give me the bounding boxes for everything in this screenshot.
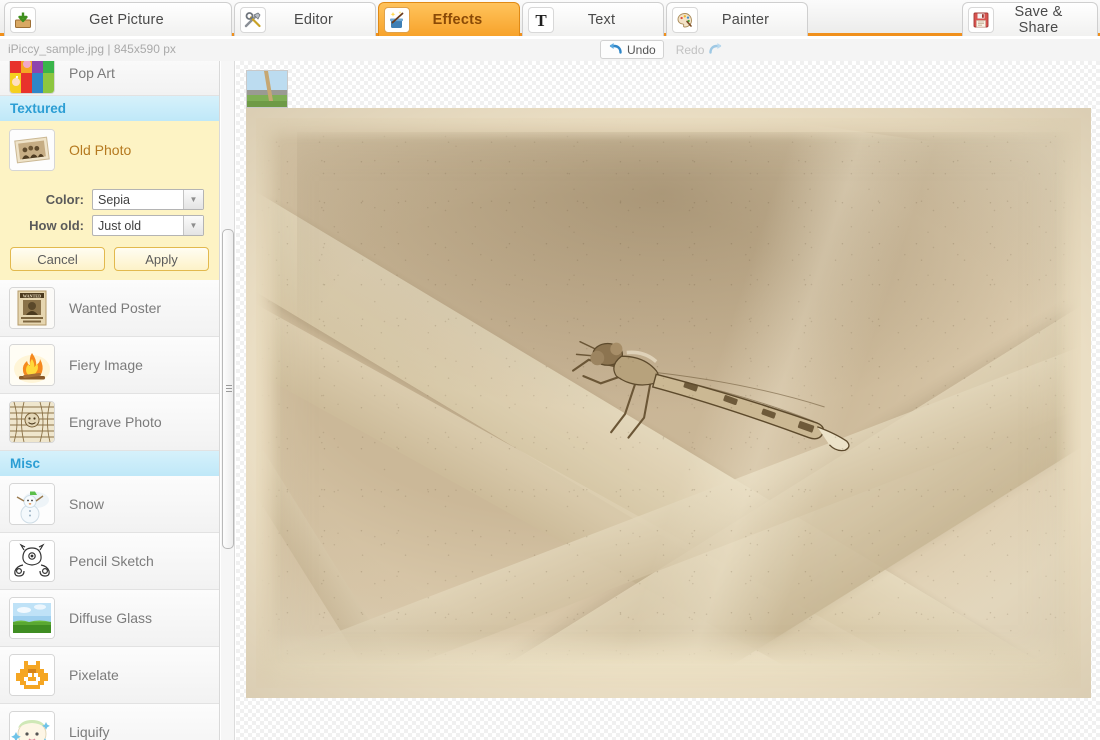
sidebar-item-label: Pop Art: [69, 64, 115, 81]
panel-button-row: Cancel Apply: [0, 241, 219, 271]
tab-label: Effects: [432, 11, 483, 28]
snow-thumb: [9, 483, 55, 525]
color-label: Color:: [45, 192, 84, 207]
magic-wand-icon: [384, 6, 410, 33]
sidebar-heading-textured: Textured: [0, 96, 219, 121]
tab-label: Save & Share: [1014, 3, 1063, 36]
sidebar-item-fiery-image[interactable]: Fiery Image: [0, 337, 219, 394]
edited-photo-old-photo-sepia[interactable]: [246, 108, 1091, 698]
old-photo-thumb: [9, 128, 55, 171]
main-tab-bar: Get Picture Editor Effects T Text Painte…: [0, 0, 1100, 36]
undo-label: Undo: [627, 42, 656, 57]
tab-save-and-share[interactable]: Save & Share: [962, 2, 1098, 36]
sidebar-item-pop-art[interactable]: Pop Art: [0, 61, 219, 96]
chevron-down-icon: ▼: [183, 216, 203, 235]
photo-vignette: [246, 108, 1091, 698]
sidebar-item-pencil-sketch[interactable]: Pencil Sketch: [0, 533, 219, 590]
engrave-photo-thumb: [9, 401, 55, 443]
sidebar-heading-label: Textured: [10, 101, 67, 116]
undo-button[interactable]: Undo: [600, 40, 664, 59]
svg-text:WANTED: WANTED: [23, 293, 41, 298]
color-select[interactable]: Sepia ▼: [92, 189, 204, 210]
apply-button[interactable]: Apply: [114, 247, 209, 271]
text-t-icon: T: [528, 6, 554, 33]
sidebar-item-label: Fiery Image: [69, 357, 143, 373]
sidebar-item-label: Pencil Sketch: [69, 553, 154, 569]
tab-get-picture[interactable]: Get Picture: [4, 2, 232, 36]
redo-arrow-icon: [708, 42, 723, 58]
sidebar-item-label: Liquify: [69, 724, 110, 740]
sidebar-item-engrave-photo[interactable]: Engrave Photo: [0, 394, 219, 451]
sidebar-scrollbar-track[interactable]: [221, 61, 235, 740]
redo-label: Redo: [675, 42, 705, 57]
liquify-thumb: [9, 711, 55, 740]
tab-painter[interactable]: Painter: [666, 2, 808, 36]
image-canvas-area: [236, 61, 1100, 740]
pencil-sketch-thumb: [9, 540, 55, 582]
import-picture-icon: [10, 6, 36, 33]
sidebar-heading-label: Misc: [10, 456, 41, 471]
sidebar-item-label: Engrave Photo: [69, 414, 162, 430]
sidebar-item-diffuse-glass[interactable]: Diffuse Glass: [0, 590, 219, 647]
palette-brush-icon: [672, 6, 698, 33]
sidebar-item-pixelate[interactable]: Pixelate: [0, 647, 219, 704]
color-select-value: Sepia: [98, 192, 130, 207]
fiery-image-thumb: [9, 344, 55, 386]
undo-arrow-icon: [608, 42, 623, 58]
sidebar-item-label: Pixelate: [69, 667, 119, 683]
tab-editor[interactable]: Editor: [234, 2, 376, 36]
sidebar-item-wanted-poster[interactable]: WANTED Wanted Poster: [0, 280, 219, 337]
old-photo-options-panel: Color: Sepia ▼ How old: Just old ▼ Cance…: [0, 178, 219, 280]
tab-label: Painter: [721, 11, 770, 28]
floppy-disk-icon: [968, 6, 994, 33]
wanted-poster-thumb: WANTED: [9, 287, 55, 329]
sidebar-item-liquify[interactable]: Liquify: [0, 704, 219, 740]
effects-sidebar[interactable]: Pop Art Textured Old Photo Color: Sepia …: [0, 61, 220, 740]
sidebar-item-label: Old Photo: [69, 141, 132, 158]
tab-label: Get Picture: [89, 11, 164, 28]
how-old-select-value: Just old: [98, 218, 142, 233]
sidebar-item-label: Diffuse Glass: [69, 610, 152, 626]
svg-text:T: T: [535, 11, 547, 30]
scrollbar-grip-icon: [226, 385, 232, 392]
sidebar-scrollbar-thumb[interactable]: [222, 229, 234, 549]
undo-redo-group: Undo Redo: [600, 40, 731, 59]
sidebar-heading-misc: Misc: [0, 451, 219, 476]
sidebar-item-snow[interactable]: Snow: [0, 476, 219, 533]
sidebar-item-label: Snow: [69, 496, 105, 512]
tab-text[interactable]: T Text: [522, 2, 664, 36]
chevron-down-icon: ▼: [183, 190, 203, 209]
ipiccy-photo-editor: Get Picture Editor Effects T Text Painte…: [0, 0, 1100, 740]
color-option-row: Color: Sepia ▼: [0, 189, 219, 210]
file-info-bar: iPiccy_sample.jpg | 845x590 px Undo Redo: [0, 39, 1100, 61]
tab-label: Editor: [293, 11, 334, 28]
how-old-label: How old:: [29, 218, 84, 233]
how-old-option-row: How old: Just old ▼: [0, 215, 219, 236]
sidebar-item-label: Wanted Poster: [69, 300, 162, 316]
original-image-thumbnail[interactable]: [246, 70, 288, 108]
tab-effects[interactable]: Effects: [378, 2, 520, 36]
file-meta-text: iPiccy_sample.jpg | 845x590 px: [8, 42, 176, 56]
tab-label: Text: [587, 11, 616, 28]
diffuse-glass-thumb: [9, 597, 55, 639]
how-old-select[interactable]: Just old ▼: [92, 215, 204, 236]
redo-button: Redo: [668, 40, 732, 59]
tools-icon: [240, 6, 266, 33]
sidebar-item-old-photo[interactable]: Old Photo: [0, 121, 219, 178]
cancel-button[interactable]: Cancel: [10, 247, 105, 271]
pixelate-thumb: [9, 654, 55, 696]
pop-art-thumb: [9, 61, 55, 94]
